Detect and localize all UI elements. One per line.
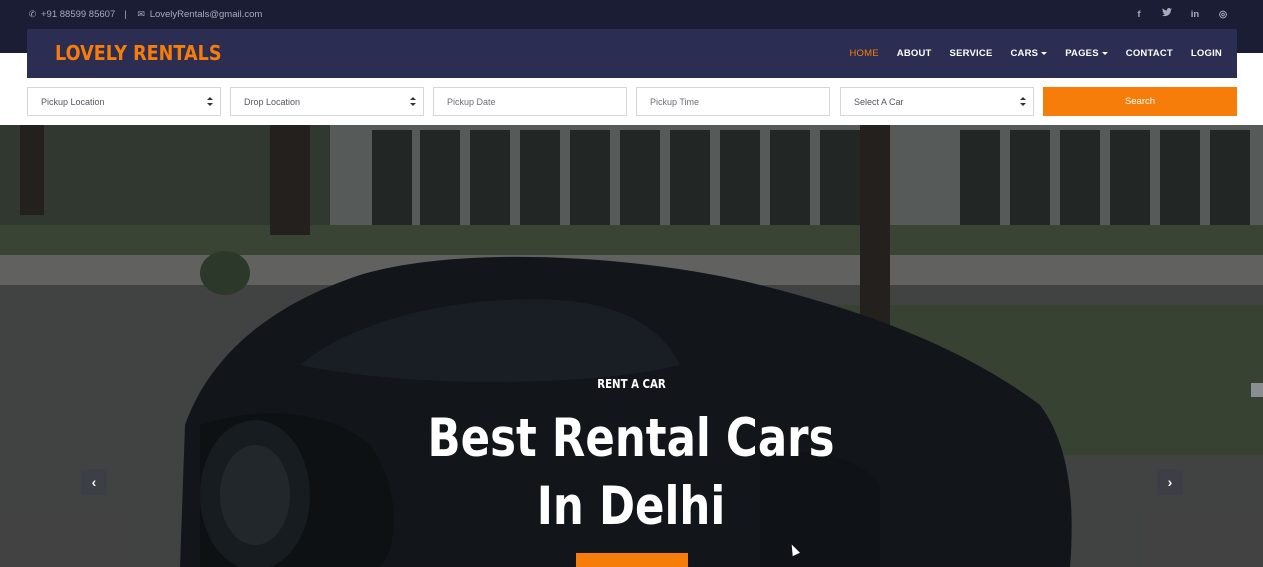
chevron-down-icon xyxy=(1101,51,1108,55)
nav-item-home[interactable]: HOME xyxy=(849,48,878,59)
pickup-date-input[interactable] xyxy=(447,96,617,107)
select-car-select[interactable]: Select A Car xyxy=(840,87,1034,116)
booking-search-bar: Pickup Location Drop Location Select A C… xyxy=(0,78,1263,125)
hero-headline: Best Rental Cars In Delhi xyxy=(427,408,835,537)
pickup-time-field[interactable] xyxy=(636,87,830,116)
pickup-time-input[interactable] xyxy=(650,96,820,107)
nav-item-cars[interactable]: CARS xyxy=(1010,48,1048,59)
pickup-location-value: Pickup Location xyxy=(41,96,105,107)
drop-location-value: Drop Location xyxy=(244,96,301,107)
select-car-value: Select A Car xyxy=(854,96,904,107)
nav-item-about[interactable]: ABOUT xyxy=(897,48,932,59)
hero-kicker: RENT A CAR xyxy=(597,377,666,391)
carousel-prev-button[interactable]: ‹ xyxy=(81,469,107,495)
phone-number[interactable]: +91 88599 85607 xyxy=(41,9,115,20)
carousel-next-button[interactable]: › xyxy=(1157,469,1183,495)
phone-icon: ✆ xyxy=(28,8,37,19)
drop-location-select[interactable]: Drop Location xyxy=(230,87,424,116)
side-widget-tab[interactable] xyxy=(1251,383,1263,397)
nav-item-pages-label: PAGES xyxy=(1065,48,1099,59)
facebook-icon[interactable]: f xyxy=(1132,9,1146,20)
select-arrows-icon xyxy=(410,97,416,107)
social-links: f in ◎ xyxy=(1118,7,1230,21)
chevron-right-icon: › xyxy=(1167,474,1173,490)
pickup-location-select[interactable]: Pickup Location xyxy=(27,87,221,116)
hero-cta-button[interactable] xyxy=(576,553,688,567)
nav-item-service[interactable]: SERVICE xyxy=(950,48,993,59)
email-address[interactable]: LovelyRentals@gmail.com xyxy=(150,9,263,20)
site-logo[interactable]: LOVELY RENTALS xyxy=(55,41,222,65)
main-navbar: LOVELY RENTALS HOME ABOUT SERVICE CARS P… xyxy=(27,29,1237,78)
contact-separator: | xyxy=(124,8,127,20)
instagram-icon[interactable]: ◎ xyxy=(1216,9,1230,20)
nav-item-contact[interactable]: CONTACT xyxy=(1126,48,1173,59)
select-arrows-icon xyxy=(207,97,213,107)
nav-item-login[interactable]: LOGIN xyxy=(1191,48,1222,59)
pickup-date-field[interactable] xyxy=(433,87,627,116)
nav-item-pages[interactable]: PAGES xyxy=(1065,48,1108,59)
chevron-left-icon: ‹ xyxy=(91,474,97,490)
select-arrows-icon xyxy=(1020,97,1026,107)
twitter-icon[interactable] xyxy=(1160,8,1174,20)
search-button[interactable]: Search xyxy=(1043,87,1237,116)
nav-item-cars-label: CARS xyxy=(1010,48,1039,59)
hero-carousel: RENT A CAR Best Rental Cars In Delhi ‹ › xyxy=(0,125,1263,567)
envelope-icon: ✉ xyxy=(137,8,145,19)
chevron-down-icon xyxy=(1041,51,1048,55)
linkedin-icon[interactable]: in xyxy=(1188,9,1202,20)
nav-menu: HOME ABOUT SERVICE CARS PAGES CONTACT LO… xyxy=(831,29,1222,78)
contact-info: ✆ +91 88599 85607 | ✉ LovelyRentals@gmai… xyxy=(27,7,263,21)
